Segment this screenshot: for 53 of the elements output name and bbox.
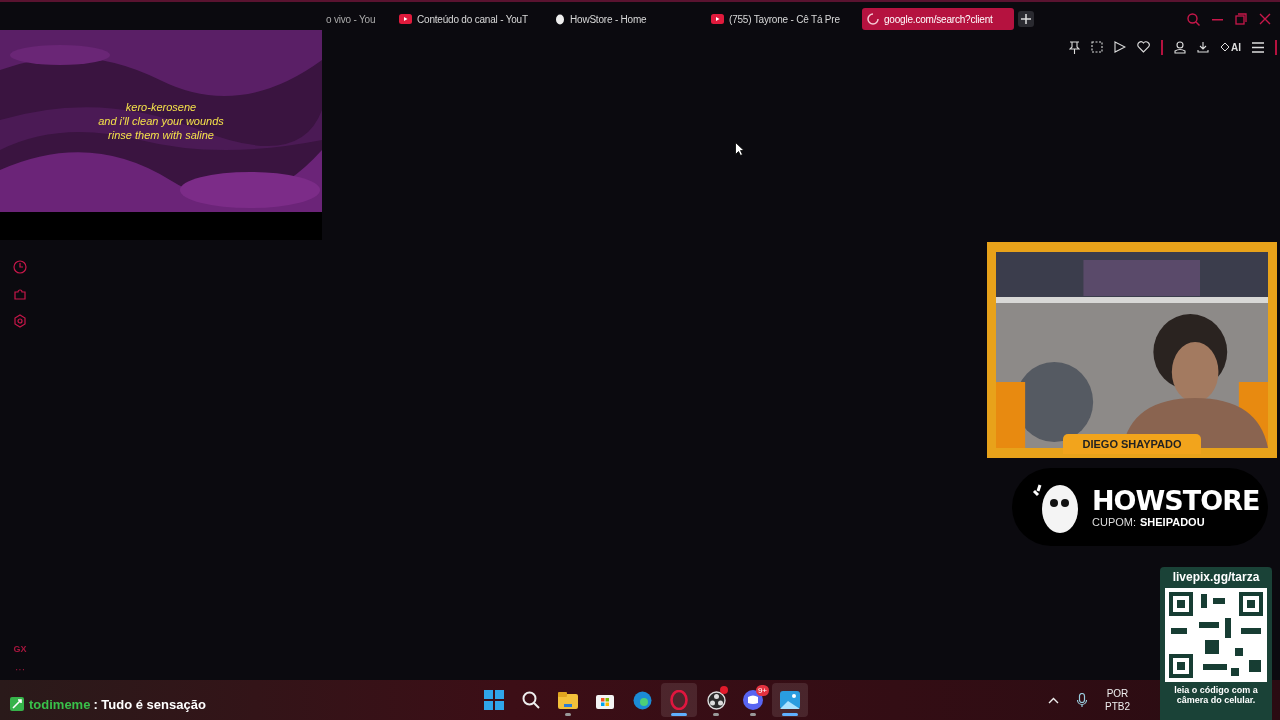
send-icon[interactable] <box>1114 41 1126 53</box>
qr-code-icon <box>1165 588 1267 682</box>
coupon-code: SHEIPADOU <box>1140 516 1205 528</box>
donation-caption: leia o código com a câmera do celular. <box>1173 685 1259 705</box>
menu-icon[interactable] <box>1252 41 1264 53</box>
photos-icon <box>780 691 800 709</box>
recorder-logo-icon <box>706 690 726 710</box>
restore-icon[interactable] <box>1235 13 1247 25</box>
coupon-label: CUPOM: <box>1092 516 1136 528</box>
ghost-icon <box>555 13 565 25</box>
diamond-icon <box>1220 42 1230 52</box>
browser-tab[interactable]: Conteúdo do canal - YouT <box>394 8 546 30</box>
browser-tab[interactable]: o vivo - You <box>322 8 390 30</box>
notification-count: 9+ <box>755 685 769 696</box>
chat-message: : Tudo é sensação <box>93 696 206 712</box>
play-logo-icon <box>399 14 412 24</box>
taskbar-app[interactable] <box>772 683 808 717</box>
download-icon[interactable] <box>1197 41 1209 53</box>
windows-logo-icon <box>484 690 504 710</box>
lyric-line: and i'll clean your wounds <box>98 114 224 128</box>
browser-logo-icon <box>632 690 652 710</box>
chevron-up-icon[interactable] <box>1048 696 1059 704</box>
heart-icon[interactable] <box>1137 41 1150 53</box>
microphone-icon[interactable] <box>1077 692 1087 708</box>
language-indicator[interactable]: POR PTB2 <box>1105 687 1130 713</box>
settings-icon[interactable] <box>13 314 27 328</box>
search-icon <box>522 691 540 709</box>
mouse-cursor-icon <box>735 142 744 156</box>
ai-button[interactable]: AI <box>1220 41 1241 53</box>
loading-spinner-icon <box>867 13 879 25</box>
chat-username: todimeme <box>29 696 91 712</box>
folder-icon <box>558 691 578 709</box>
name-label: DIEGO SHAYPADO <box>1063 434 1201 454</box>
browser-tab[interactable]: HowStore - Home <box>550 8 702 30</box>
ring-logo-icon <box>670 690 688 710</box>
taskbar-app[interactable] <box>661 683 697 717</box>
lyric-line: kero-kerosene <box>125 100 197 114</box>
donation-url: livepix.gg/tarza <box>1172 570 1260 584</box>
brand-logo: HOWSTORE <box>1092 486 1260 516</box>
clock-icon[interactable] <box>13 260 27 274</box>
play-logo-icon <box>711 14 724 24</box>
minimize-icon[interactable] <box>1212 17 1223 21</box>
lyric-line: rinse them with saline <box>108 128 214 142</box>
taskbar-app[interactable]: 9+ <box>735 683 771 717</box>
close-icon[interactable] <box>1259 13 1271 25</box>
new-tab-button[interactable] <box>1018 11 1034 27</box>
browser-tab[interactable]: google.com/search?client <box>862 8 1014 30</box>
badge-icon <box>10 697 26 711</box>
snapshot-icon[interactable] <box>1091 41 1103 53</box>
search-icon[interactable] <box>1187 12 1200 26</box>
pin-icon[interactable] <box>1069 40 1080 54</box>
profile-icon[interactable] <box>1174 40 1186 54</box>
browser-tab[interactable]: (755) Tayrone - Cê Tá Pre <box>706 8 858 30</box>
